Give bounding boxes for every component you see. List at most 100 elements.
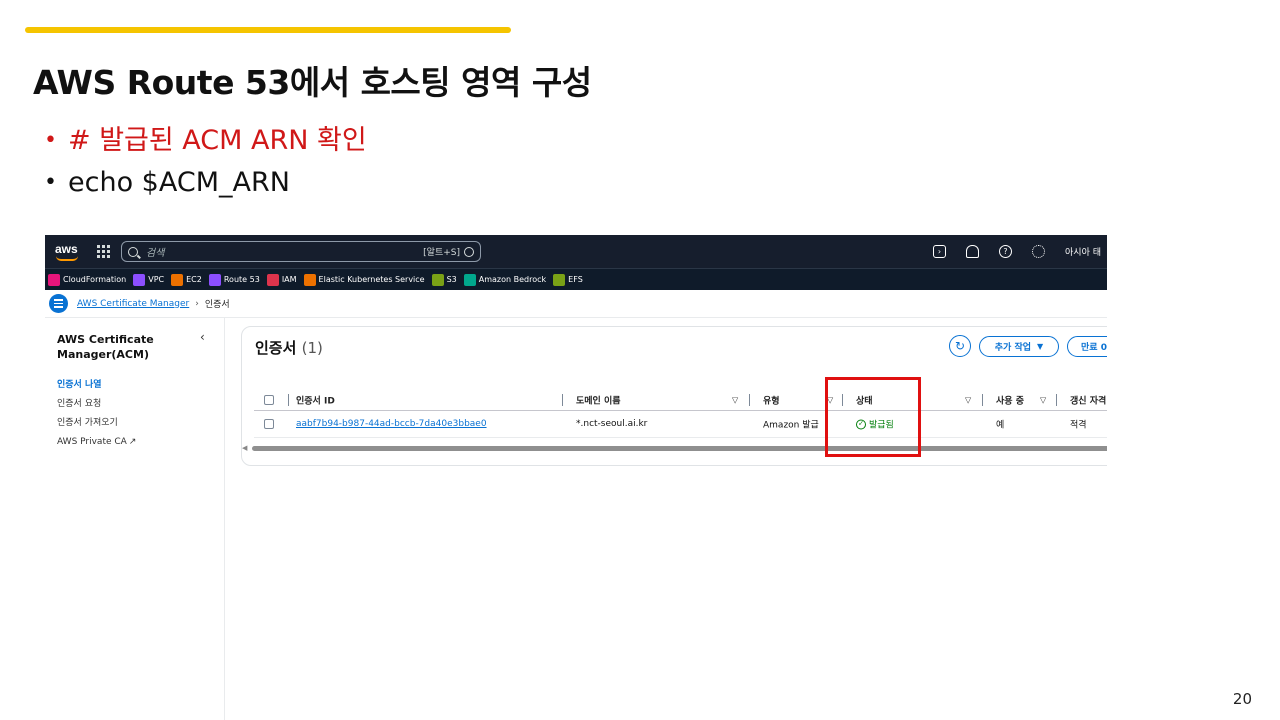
in-use-value: 예: [996, 420, 1005, 431]
sidebar-item-request-certificate[interactable]: 인증서 요청: [57, 395, 212, 414]
favorite-label: CloudFormation: [63, 275, 127, 284]
aws-console-screenshot: aws 검색 [알트+S] › ? 아시아 태 CloudFormation V…: [45, 235, 1107, 720]
sidebar-menu: 인증서 나열 인증서 요청 인증서 가져오기 AWS Private CA ↗: [57, 376, 212, 452]
favorite-label: S3: [446, 275, 457, 284]
renewal-eligibility: 적격: [1070, 420, 1087, 431]
column-header-domain[interactable]: 도메인 이름: [576, 393, 621, 406]
keyboard-shortcut-icon: [464, 246, 474, 257]
slide-title: AWS Route 53에서 호스팅 영역 구성: [33, 63, 592, 102]
column-divider: [982, 394, 983, 406]
cloudshell-icon[interactable]: ›: [933, 245, 947, 258]
breadcrumb-link-acm[interactable]: AWS Certificate Manager: [77, 299, 189, 309]
certificate-id-link[interactable]: aabf7b94-b987-44ad-bccb-7da40e3bbae0: [296, 419, 487, 429]
favorite-label: EC2: [186, 275, 202, 284]
bullet-item: # 발급된 ACM ARN 확인: [44, 120, 367, 162]
chevron-left-icon[interactable]: ‹: [200, 330, 205, 344]
top-navigation-bar: aws 검색 [알트+S] › ? 아시아 태: [45, 235, 1107, 268]
efs-icon: [553, 273, 566, 286]
chevron-right-icon: ›: [195, 298, 199, 309]
sidebar: AWS Certificate Manager(ACM) ‹ 인증서 나열 인증…: [45, 318, 225, 720]
favorite-vpc[interactable]: VPC: [133, 273, 165, 286]
favorite-label: VPC: [148, 275, 165, 284]
aws-logo[interactable]: aws: [53, 242, 83, 262]
route53-icon: [208, 273, 221, 286]
domain-name: *.nct-seoul.ai.kr: [576, 419, 648, 429]
sidebar-item-list-certificates[interactable]: 인증서 나열: [57, 376, 212, 395]
favorite-ec2[interactable]: EC2: [171, 273, 202, 286]
bullet-list: # 발급된 ACM ARN 확인 echo $ACM_ARN: [44, 120, 367, 204]
region-selector[interactable]: 아시아 태: [1065, 245, 1101, 258]
more-actions-label: 추가 작업: [994, 343, 1032, 353]
title-accent-bar: [25, 27, 511, 33]
s3-icon: [431, 273, 444, 286]
favorite-route53[interactable]: Route 53: [208, 273, 260, 286]
hamburger-menu-icon[interactable]: [49, 294, 68, 313]
status-highlight-box: [825, 377, 921, 457]
refresh-icon: ↻: [954, 339, 966, 353]
certificates-table: 인증서 ID 도메인 이름 ▽ 유형 ▽ 상태 ▽ 사용 중 ▽ 갱신 자격 a…: [254, 389, 1107, 438]
sort-icon[interactable]: ▽: [965, 395, 971, 404]
bedrock-icon: [463, 273, 476, 286]
search-icon: [128, 246, 138, 257]
certificate-count: (1): [301, 339, 323, 357]
table-row[interactable]: aabf7b94-b987-44ad-bccb-7da40e3bbae0 *.n…: [254, 411, 1107, 438]
search-placeholder: 검색: [146, 248, 165, 259]
sort-icon[interactable]: ▽: [1040, 395, 1046, 404]
help-icon[interactable]: ?: [999, 245, 1013, 258]
breadcrumb-current: 인증서: [204, 300, 230, 310]
sidebar-item-import-certificate[interactable]: 인증서 가져오기: [57, 414, 212, 433]
scroll-left-icon[interactable]: ◀: [242, 444, 247, 452]
favorite-s3[interactable]: S3: [431, 273, 457, 286]
favorite-label: IAM: [281, 275, 297, 284]
sidebar-item-label: AWS Private CA: [57, 437, 127, 447]
table-header: 인증서 ID 도메인 이름 ▽ 유형 ▽ 상태 ▽ 사용 중 ▽ 갱신 자격: [254, 389, 1107, 411]
refresh-button[interactable]: ↻: [949, 335, 971, 357]
sidebar-item-private-ca[interactable]: AWS Private CA ↗: [57, 433, 212, 452]
caret-down-icon: ▼: [1037, 342, 1044, 351]
search-input[interactable]: 검색 [알트+S]: [121, 241, 481, 262]
expire-filter-button[interactable]: 만료 0: [1067, 336, 1107, 357]
column-divider: [1056, 394, 1057, 406]
sort-icon[interactable]: ▽: [732, 395, 738, 404]
column-header-renewal[interactable]: 갱신 자격: [1070, 393, 1106, 406]
favorite-label: EFS: [568, 275, 583, 284]
favorite-iam[interactable]: IAM: [266, 273, 297, 286]
select-all-checkbox[interactable]: [264, 394, 274, 405]
favorite-label: Elastic Kubernetes Service: [318, 275, 425, 284]
panel-title-text: 인증서: [255, 339, 297, 357]
eks-icon: [303, 273, 316, 286]
favorites-bar: CloudFormation VPC EC2 Route 53 IAM Elas…: [45, 268, 1107, 290]
bell-icon[interactable]: [966, 245, 980, 258]
certificates-panel: 인증서 (1) ↻ 추가 작업 ▼ 만료 0 인증서 ID 도메인 이름 ▽ 유…: [241, 326, 1107, 466]
nav-right-group: › ? 아시아 태: [933, 245, 1101, 258]
page-number: 20: [1232, 690, 1252, 708]
column-header-type[interactable]: 유형: [763, 393, 780, 406]
favorite-eks[interactable]: Elastic Kubernetes Service: [303, 273, 425, 286]
services-grid-icon[interactable]: [97, 244, 111, 259]
breadcrumb: AWS Certificate Manager › 인증서: [45, 290, 1107, 318]
gear-icon[interactable]: [1032, 245, 1046, 258]
column-divider: [288, 394, 289, 406]
panel-title: 인증서 (1): [255, 337, 323, 358]
column-header-in-use[interactable]: 사용 중: [996, 393, 1024, 406]
horizontal-scrollbar[interactable]: ◀: [242, 444, 1107, 452]
external-link-icon: ↗: [128, 437, 137, 447]
favorite-efs[interactable]: EFS: [553, 273, 583, 286]
vpc-icon: [133, 273, 146, 286]
certificate-type: Amazon 발급: [763, 420, 819, 431]
favorite-bedrock[interactable]: Amazon Bedrock: [463, 273, 547, 286]
column-header-id[interactable]: 인증서 ID: [296, 393, 335, 406]
column-divider: [562, 394, 563, 406]
search-shortcut: [알트+S]: [423, 248, 460, 258]
ec2-icon: [171, 273, 184, 286]
scrollbar-thumb[interactable]: [252, 446, 1107, 451]
favorite-label: Amazon Bedrock: [478, 275, 547, 284]
iam-icon: [266, 273, 279, 286]
expire-label: 만료 0: [1081, 343, 1107, 353]
favorite-label: Route 53: [223, 275, 260, 284]
more-actions-button[interactable]: 추가 작업 ▼: [979, 336, 1059, 357]
favorite-cloudformation[interactable]: CloudFormation: [48, 273, 127, 286]
sidebar-title: AWS Certificate Manager(ACM): [57, 333, 154, 361]
row-checkbox[interactable]: [264, 419, 274, 429]
bullet-item: echo $ACM_ARN: [44, 162, 367, 204]
